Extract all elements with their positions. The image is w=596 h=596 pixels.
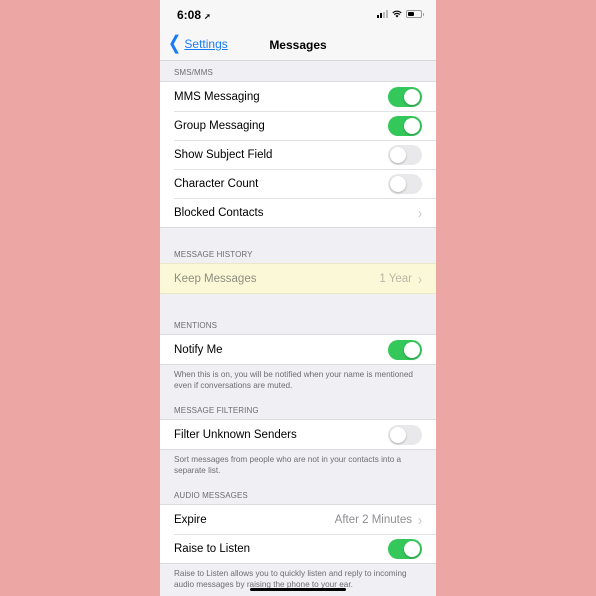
location-arrow-icon: ➚ — [204, 12, 211, 21]
toggle-knob — [404, 540, 420, 557]
row-label: Group Messaging — [174, 119, 265, 132]
row-label: Character Count — [174, 177, 259, 190]
time-text: 6:08 — [177, 8, 202, 22]
wifi-icon — [392, 10, 402, 18]
character-count-toggle[interactable] — [388, 173, 422, 194]
row-blocked-contacts[interactable]: Blocked Contacts › — [160, 198, 436, 227]
keep-messages-value: 1 Year — [379, 272, 412, 285]
row-label: Show Subject Field — [174, 148, 273, 161]
chevron-right-icon: › — [418, 204, 422, 221]
row-character-count[interactable]: Character Count — [160, 169, 436, 198]
row-label: Blocked Contacts — [174, 206, 264, 219]
row-expire[interactable]: Expire After 2 Minutes › — [160, 505, 436, 534]
raise-to-listen-toggle[interactable] — [388, 538, 422, 559]
section-header-audio-messages: AUDIO MESSAGES — [174, 491, 248, 500]
row-label: Raise to Listen — [174, 542, 251, 555]
group-audio-messages: Expire After 2 Minutes › Raise to Listen — [160, 504, 436, 564]
row-label: Filter Unknown Senders — [174, 428, 297, 441]
toggle-knob — [404, 341, 420, 358]
row-notify-me[interactable]: Notify Me — [160, 335, 436, 364]
group-sms-mms: MMS Messaging Group Messaging Show Subje… — [160, 81, 436, 228]
navigation-bar: ❮ Settings Messages — [160, 30, 436, 61]
group-message-filtering: Filter Unknown Senders — [160, 419, 436, 450]
section-header-mentions: MENTIONS — [174, 321, 218, 330]
expire-value: After 2 Minutes — [334, 513, 412, 526]
notify-me-toggle[interactable] — [388, 339, 422, 360]
mms-messaging-toggle[interactable] — [388, 86, 422, 107]
toggle-knob — [404, 88, 420, 105]
battery-icon — [406, 10, 424, 18]
toggle-knob — [404, 117, 420, 134]
phone-screen: 6:08 ➚ ❮ Settings Messages SMS/MMS MMS M… — [160, 0, 436, 596]
cellular-signal-icon — [377, 10, 388, 18]
row-raise-to-listen[interactable]: Raise to Listen — [160, 534, 436, 563]
chevron-right-icon: › — [418, 270, 422, 287]
row-label: MMS Messaging — [174, 90, 260, 103]
chevron-right-icon: › — [418, 511, 422, 528]
group-messaging-toggle[interactable] — [388, 115, 422, 136]
audio-messages-footer: Raise to Listen allows you to quickly li… — [174, 569, 407, 589]
row-group-messaging[interactable]: Group Messaging — [160, 111, 436, 140]
status-time: 6:08 ➚ — [177, 8, 211, 22]
row-show-subject-field[interactable]: Show Subject Field — [160, 140, 436, 169]
section-header-sms-mms: SMS/MMS — [174, 68, 213, 77]
mentions-footer: When this is on, you will be notified wh… — [174, 370, 413, 390]
toggle-knob — [390, 175, 406, 192]
section-header-message-filtering: MESSAGE FILTERING — [174, 406, 259, 415]
row-label: Notify Me — [174, 343, 223, 356]
row-keep-messages[interactable]: Keep Messages 1 Year › — [160, 264, 436, 293]
show-subject-field-toggle[interactable] — [388, 144, 422, 165]
status-bar: 6:08 ➚ — [160, 0, 436, 30]
page-title: Messages — [269, 38, 327, 52]
row-label: Keep Messages — [174, 272, 257, 285]
toggle-knob — [390, 146, 406, 163]
section-header-message-history: MESSAGE HISTORY — [174, 250, 253, 259]
toggle-knob — [390, 426, 406, 443]
group-mentions: Notify Me — [160, 334, 436, 365]
home-indicator[interactable] — [250, 588, 346, 591]
message-filtering-footer: Sort messages from people who are not in… — [174, 455, 402, 475]
row-filter-unknown-senders[interactable]: Filter Unknown Senders — [160, 420, 436, 449]
group-message-history: Keep Messages 1 Year › — [160, 263, 436, 294]
row-label: Expire — [174, 513, 207, 526]
status-icons — [377, 10, 424, 18]
row-mms-messaging[interactable]: MMS Messaging — [160, 82, 436, 111]
filter-unknown-senders-toggle[interactable] — [388, 424, 422, 445]
